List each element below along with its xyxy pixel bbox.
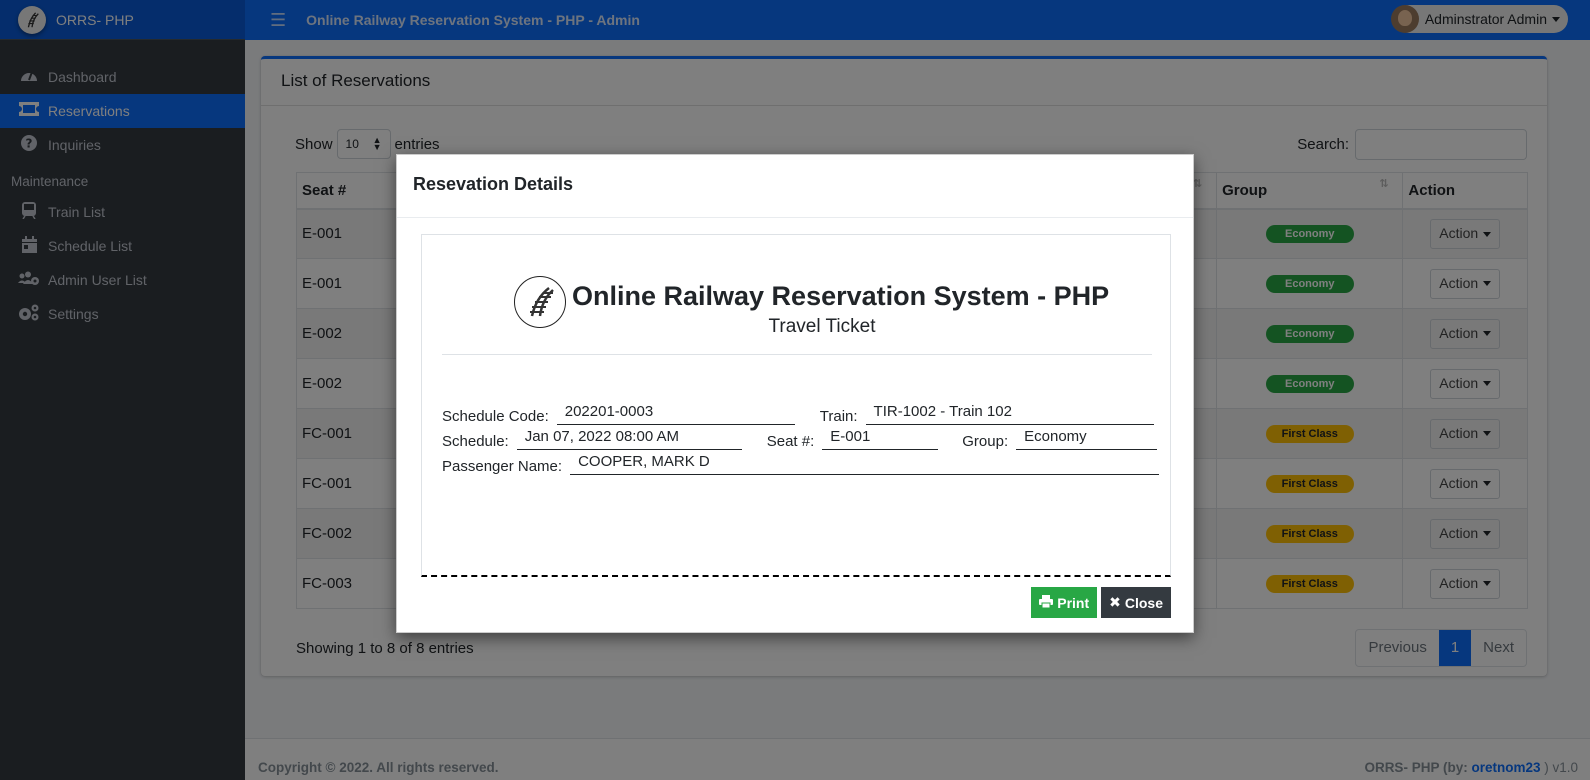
- seat-value: E-001: [822, 428, 939, 450]
- close-button[interactable]: ✖ Close: [1101, 587, 1171, 618]
- train-value: TIR-1002 - Train 102: [865, 403, 1154, 425]
- print-button[interactable]: Print: [1031, 587, 1098, 618]
- schedule-value: Jan 07, 2022 08:00 AM: [516, 428, 742, 450]
- schedule-code-label: Schedule Code:: [442, 408, 549, 425]
- modal-title: Resevation Details: [397, 155, 1193, 218]
- seat-label: Seat #:: [766, 433, 815, 450]
- group-label: Group:: [962, 433, 1009, 450]
- close-icon: ✖: [1109, 594, 1121, 610]
- ticket-header: Online Railway Reservation System - PHP …: [442, 275, 1152, 355]
- ticket-row-2: Schedule: Jan 07, 2022 08:00 AM Seat #: …: [442, 428, 1158, 450]
- travel-ticket: Online Railway Reservation System - PHP …: [421, 234, 1171, 577]
- train-label: Train:: [819, 408, 858, 425]
- ticket-row-3: Passenger Name: COOPER, MARK D: [442, 453, 1160, 475]
- group-value: Economy: [1016, 428, 1158, 450]
- passenger-name-value: COOPER, MARK D: [570, 453, 1160, 475]
- print-icon: [1039, 594, 1054, 611]
- modal-footer: Print ✖ Close: [1031, 587, 1171, 618]
- ticket-row-1: Schedule Code: 202201-0003 Train: TIR-10…: [442, 403, 1154, 425]
- reservation-details-modal: Resevation Details Online Railway Reserv…: [396, 154, 1194, 633]
- schedule-code-value: 202201-0003: [556, 403, 795, 425]
- passenger-name-label: Passenger Name:: [442, 458, 563, 475]
- schedule-label: Schedule:: [442, 433, 509, 450]
- close-label: Close: [1124, 594, 1163, 611]
- ticket-subtitle: Travel Ticket: [768, 316, 876, 337]
- print-label: Print: [1057, 594, 1090, 611]
- ticket-system-name: Online Railway Reservation System - PHP: [572, 281, 1110, 311]
